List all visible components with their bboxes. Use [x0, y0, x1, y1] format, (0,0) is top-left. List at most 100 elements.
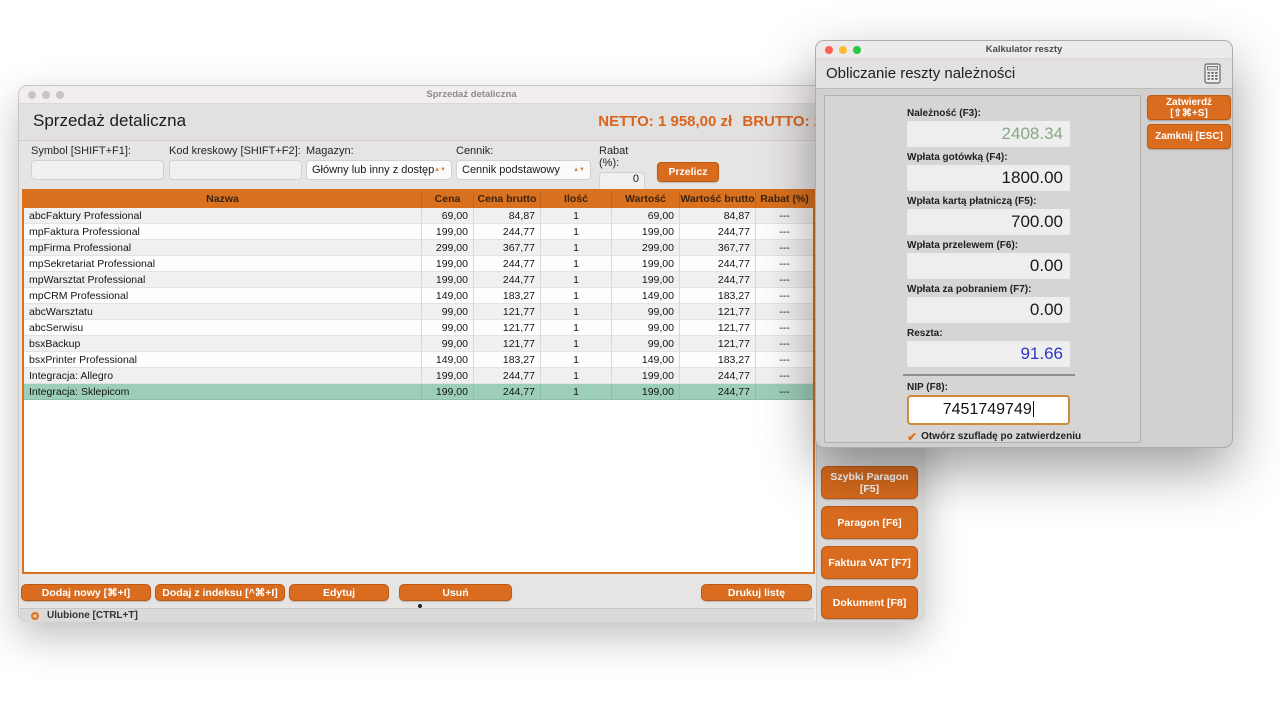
table-cell: 121,77 [680, 336, 756, 352]
table-cell: 1 [541, 352, 612, 368]
table-cell: 244,77 [474, 384, 541, 400]
warehouse-selected-value: Główny lub inny z dostępnością [312, 164, 435, 176]
amount-due-field[interactable]: 2408.34 [907, 121, 1070, 147]
table-cell: 121,77 [474, 304, 541, 320]
table-cell: 1 [541, 336, 612, 352]
column-header-ilosc[interactable]: Ilość [541, 191, 612, 208]
table-cell: 199,00 [612, 384, 680, 400]
column-header-rabat[interactable]: Rabat (%) [756, 191, 813, 208]
table-row[interactable]: mpFirma Professional 299,00 367,77 1 299,00 3… [24, 240, 813, 256]
chevron-updown-icon: ▲▼ [573, 167, 585, 173]
table-cell: 99,00 [612, 320, 680, 336]
table-cell: 367,77 [680, 240, 756, 256]
pricelist-select[interactable]: Cennik podstawowy ▲▼ [456, 160, 591, 180]
table-cell: 199,00 [612, 368, 680, 384]
print-list-button[interactable]: Drukuj listę [701, 584, 812, 601]
table-row[interactable]: bsxBackup 99,00 121,77 1 99,00 121,77 --- [24, 336, 813, 352]
page-title: Sprzedaż detaliczna [33, 111, 187, 130]
column-header-wartosc-brutto[interactable]: Wartość brutto [680, 191, 756, 208]
column-header-cena-netto[interactable]: Cena netto [422, 191, 474, 208]
pricelist-label: Cennik: [456, 145, 494, 157]
column-header-nazwa[interactable]: Nazwa [24, 191, 422, 208]
table-cell: abcSerwisu [24, 320, 422, 336]
table-cell: 183,27 [474, 352, 541, 368]
table-row[interactable]: mpSekretariat Professional 199,00 244,77 1 1… [24, 256, 813, 272]
table-cell: 299,00 [612, 240, 680, 256]
close-button[interactable]: Zamknij [ESC] [1147, 124, 1231, 149]
table-cell: 183,27 [680, 288, 756, 304]
change-field[interactable]: 91.66 [907, 341, 1070, 367]
nip-input[interactable]: 7451749749 [907, 395, 1070, 425]
dialog-header: Obliczanie reszty należności [816, 59, 1232, 89]
table-cell: 1 [541, 256, 612, 272]
delete-button[interactable]: Usuń [399, 584, 512, 601]
table-cell: 244,77 [680, 272, 756, 288]
favorites-bar[interactable]: Ulubione [CTRL+T] [20, 608, 814, 622]
card-payment-field[interactable]: 700.00 [907, 209, 1070, 235]
transfer-payment-field[interactable]: 0.00 [907, 253, 1070, 279]
table-cell: --- [756, 256, 813, 272]
table-row[interactable]: Integracja: Allegro 199,00 244,77 1 199,00 24… [24, 368, 813, 384]
table-cell: Integracja: Allegro [24, 368, 422, 384]
recalculate-button[interactable]: Przelicz [657, 162, 719, 182]
table-row[interactable]: mpWarsztat Professional 199,00 244,77 1 199,… [24, 272, 813, 288]
table-cell: --- [756, 336, 813, 352]
barcode-label: Kod kreskowy [SHIFT+F2]: [169, 145, 301, 157]
table-cell: 183,27 [680, 352, 756, 368]
add-from-index-button[interactable]: Dodaj z indeksu [^⌘+I] [155, 584, 285, 601]
field-label: Wpłata przelewem (F6): [907, 240, 1019, 251]
table-row[interactable]: abcFaktury Professional 69,00 84,87 1 69,00 8… [24, 208, 813, 224]
header-band: Sprzedaż detaliczna NETTO: 1 958,00 zł B… [19, 104, 924, 141]
warehouse-select[interactable]: Główny lub inny z dostępnością ▲▼ [306, 160, 452, 180]
column-header-wartosc-netto[interactable]: Wartość netto [612, 191, 680, 208]
table-cell: 121,77 [680, 320, 756, 336]
table-cell: Integracja: Sklepicom [24, 384, 422, 400]
main-titlebar[interactable]: Sprzedaż detaliczna [19, 86, 924, 104]
filter-row: Symbol [SHIFT+F1]: Kod kreskowy [SHIFT+F… [19, 141, 924, 192]
table-cell: 69,00 [612, 208, 680, 224]
table-row[interactable]: abcWarsztatu 99,00 121,77 1 99,00 121,77 --- [24, 304, 813, 320]
cash-payment-field[interactable]: 1800.00 [907, 165, 1070, 191]
table-cell: 99,00 [422, 304, 474, 320]
table-cell: abcWarsztatu [24, 304, 422, 320]
table-row[interactable]: bsxPrinter Professional 149,00 183,27 1 149,… [24, 352, 813, 368]
table-cell: 84,87 [680, 208, 756, 224]
brutto-label: BRUTTO: [742, 113, 810, 130]
table-cell: --- [756, 288, 813, 304]
field-label: Reszta: [907, 328, 943, 339]
quick-receipt-button[interactable]: Szybki Paragon [F5] [821, 466, 918, 499]
dialog-form-panel: Należność (F3): 2408.34 Wpłata gotówką (F4… [824, 95, 1141, 443]
symbol-input[interactable] [31, 160, 164, 180]
table-cell: mpFaktura Professional [24, 224, 422, 240]
table-cell: 244,77 [680, 224, 756, 240]
table-cell: 199,00 [422, 272, 474, 288]
table-row[interactable]: mpCRM Professional 149,00 183,27 1 149,00 183… [24, 288, 813, 304]
table-header-row: Nazwa Cena netto Cena brutto Ilość Warto… [24, 191, 813, 208]
table-cell: 149,00 [422, 288, 474, 304]
table-cell: --- [756, 240, 813, 256]
table-cell: 367,77 [474, 240, 541, 256]
table-row[interactable]: abcSerwisu 99,00 121,77 1 99,00 121,77 --- [24, 320, 813, 336]
discount-label: Rabat (%): [599, 145, 629, 169]
add-new-button[interactable]: Dodaj nowy [⌘+I] [21, 584, 151, 601]
receipt-button[interactable]: Paragon [F6] [821, 506, 918, 539]
vat-invoice-button[interactable]: Faktura VAT [F7] [821, 546, 918, 579]
table-row[interactable]: Integracja: Sklepicom 199,00 244,77 1 199,00… [24, 384, 813, 400]
document-button[interactable]: Dokument [F8] [821, 586, 918, 619]
dialog-titlebar[interactable]: Kalkulator reszty [816, 41, 1232, 59]
field-label: Wpłata kartą płatniczą (F5): [907, 196, 1037, 207]
column-header-cena-brutto[interactable]: Cena brutto [474, 191, 541, 208]
open-drawer-checkbox[interactable]: ✔ Otwórz szufladę po zatwierdzeniu [907, 431, 1140, 443]
table-cell: mpWarsztat Professional [24, 272, 422, 288]
pricelist-selected-value: Cennik podstawowy [462, 164, 560, 176]
table-cell: 244,77 [680, 384, 756, 400]
table-cell: mpFirma Professional [24, 240, 422, 256]
barcode-input[interactable] [169, 160, 302, 180]
table-cell: --- [756, 224, 813, 240]
edit-button[interactable]: Edytuj [289, 584, 389, 601]
confirm-button[interactable]: Zatwierdź [⇧⌘+S] [1147, 95, 1231, 120]
table-row[interactable]: mpFaktura Professional 199,00 244,77 1 199,0… [24, 224, 813, 240]
table-cell: 199,00 [612, 272, 680, 288]
cod-payment-field[interactable]: 0.00 [907, 297, 1070, 323]
table-cell: 199,00 [422, 256, 474, 272]
